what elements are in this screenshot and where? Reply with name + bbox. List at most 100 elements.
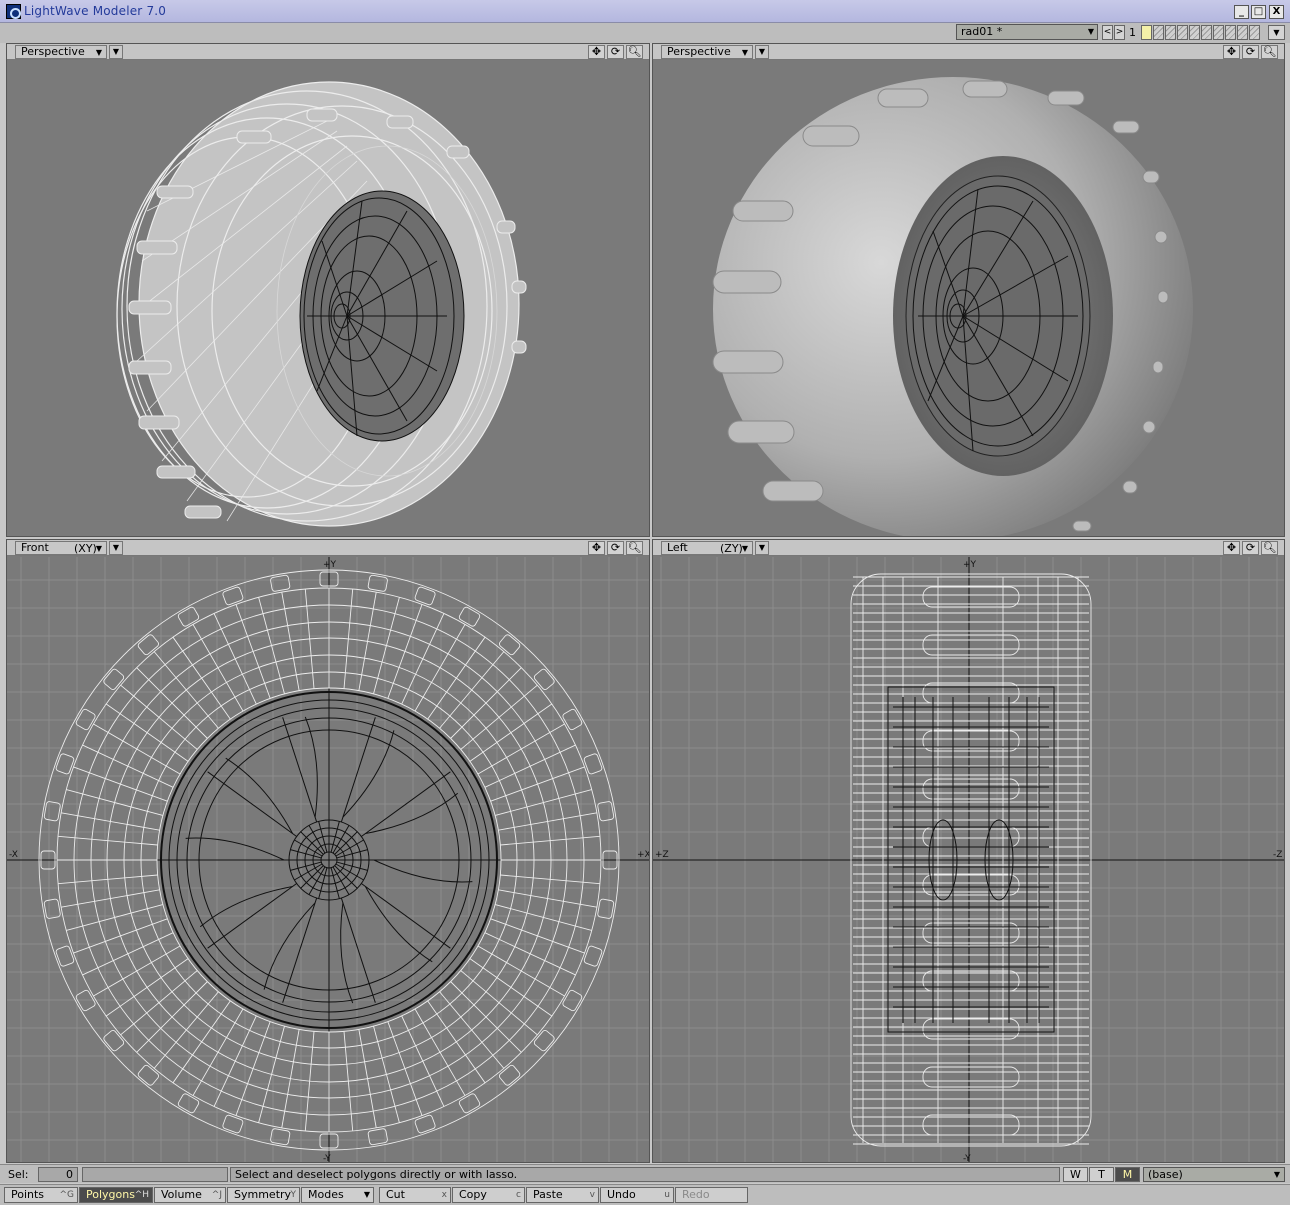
chevron-down-icon: ▼: [95, 48, 102, 57]
modes-dropdown[interactable]: Modes ▼: [301, 1187, 374, 1203]
axis-label-right: +X: [637, 850, 650, 860]
zoom-view-icon[interactable]: 🔍︎: [1261, 45, 1278, 59]
view-axis-label: (XY): [74, 542, 97, 555]
viewport-header: Perspective ▼ ▼ ✥ ⟳ 🔍︎: [7, 44, 649, 60]
viewport-bottom-right[interactable]: Left (ZY) ▼ ▼ ✥ ⟳ 🔍︎ +Y -Y +Z -Z: [652, 539, 1285, 1163]
render-mode-selector[interactable]: ▼: [109, 45, 123, 59]
button-label: Cut: [386, 1188, 405, 1201]
button-label: Modes: [308, 1188, 344, 1201]
layer-slot[interactable]: [1177, 25, 1188, 40]
next-object-button[interactable]: >: [1114, 25, 1125, 40]
cut-button[interactable]: Cut x: [379, 1187, 451, 1203]
button-label: Points: [11, 1188, 45, 1201]
button-label: Volume: [161, 1188, 202, 1201]
layer-slot[interactable]: [1225, 25, 1236, 40]
wheel-wireframe-front: +Y -Y -X +X: [7, 557, 650, 1163]
render-mode-selector[interactable]: ▼: [755, 541, 769, 555]
selection-info-field: [82, 1167, 228, 1182]
move-view-icon[interactable]: ✥: [588, 45, 605, 59]
wtm-t-button[interactable]: T: [1089, 1167, 1114, 1182]
move-view-icon[interactable]: ✥: [1223, 45, 1240, 59]
prev-object-button[interactable]: <: [1102, 25, 1113, 40]
view-type-label: Front: [21, 541, 49, 554]
rotate-view-icon[interactable]: ⟳: [1242, 541, 1259, 555]
shortcut-label: ^J: [211, 1190, 222, 1200]
chevron-down-icon: ▼: [1273, 1170, 1280, 1179]
axis-label-bottom: -Y: [323, 1154, 331, 1163]
volume-mode-button[interactable]: Volume ^J: [154, 1187, 226, 1203]
redo-button[interactable]: Redo: [675, 1187, 748, 1203]
axis-label-bottom: -Y: [963, 1154, 971, 1163]
viewport-canvas[interactable]: [7, 61, 649, 536]
minimize-button[interactable]: _: [1234, 5, 1249, 19]
button-label: Paste: [533, 1188, 563, 1201]
layer-menu-button[interactable]: ▼: [1268, 25, 1285, 40]
viewport-canvas[interactable]: +Y -Y +Z -Z: [653, 557, 1284, 1162]
zoom-view-icon[interactable]: 🔍︎: [626, 45, 643, 59]
chevron-down-icon: ▼: [741, 544, 748, 553]
render-mode-selector[interactable]: ▼: [755, 45, 769, 59]
view-type-selector[interactable]: Left (ZY) ▼: [661, 541, 753, 555]
shortcut-label: ^G: [59, 1190, 74, 1200]
shortcut-label: Y: [290, 1190, 297, 1200]
axis-label-right: -Z: [1273, 850, 1282, 860]
paste-button[interactable]: Paste v: [526, 1187, 599, 1203]
viewport-header: Front (XY) ▼ ▼ ✥ ⟳ 🔍︎: [7, 540, 649, 556]
viewport-top-left[interactable]: Perspective ▼ ▼ ✥ ⟳ 🔍︎: [6, 43, 650, 537]
wtm-m-button[interactable]: M: [1115, 1167, 1140, 1182]
object-selector[interactable]: rad01 * ▼: [956, 24, 1098, 40]
shortcut-label: v: [589, 1190, 595, 1200]
object-name: rad01 *: [961, 25, 1003, 38]
view-type-label: Left: [667, 541, 688, 554]
layer-slot[interactable]: [1189, 25, 1200, 40]
viewport-canvas[interactable]: [653, 61, 1284, 536]
view-type-label: Perspective: [21, 45, 85, 58]
button-label: Copy: [459, 1188, 487, 1201]
move-view-icon[interactable]: ✥: [588, 541, 605, 555]
button-label: Redo: [682, 1188, 710, 1201]
view-type-selector[interactable]: Front (XY) ▼: [15, 541, 107, 555]
layer-slot[interactable]: [1153, 25, 1164, 40]
layer-bar: rad01 * ▼ < > 1 ▼: [0, 23, 1290, 43]
copy-button[interactable]: Copy c: [452, 1187, 525, 1203]
view-type-selector[interactable]: Perspective ▼: [15, 45, 107, 59]
close-button[interactable]: X: [1269, 5, 1284, 19]
wheel-wireframe-perspective: [7, 61, 649, 536]
polygons-mode-button[interactable]: Polygons ^H: [79, 1187, 153, 1203]
points-mode-button[interactable]: Points ^G: [4, 1187, 78, 1203]
selection-label: Sel:: [8, 1168, 29, 1181]
axis-label-top: +Y: [963, 560, 977, 570]
view-type-selector[interactable]: Perspective ▼: [661, 45, 753, 59]
layer-slot[interactable]: [1141, 25, 1152, 40]
viewport-top-right[interactable]: Perspective ▼ ▼ ✥ ⟳ 🔍︎: [652, 43, 1285, 537]
layer-slot[interactable]: [1165, 25, 1176, 40]
rotate-view-icon[interactable]: ⟳: [607, 45, 624, 59]
chevron-down-icon: ▼: [741, 48, 748, 57]
surface-selector[interactable]: (base) ▼: [1143, 1167, 1285, 1182]
selection-count: 0: [38, 1167, 78, 1182]
layer-slot[interactable]: [1249, 25, 1260, 40]
rotate-view-icon[interactable]: ⟳: [1242, 45, 1259, 59]
viewport-canvas[interactable]: +Y -Y -X +X: [7, 557, 649, 1162]
axis-label-top: +Y: [323, 560, 337, 570]
layer-slot[interactable]: [1237, 25, 1248, 40]
maximize-button[interactable]: □: [1251, 5, 1266, 19]
view-axis-label: (ZY): [720, 542, 743, 555]
shortcut-label: c: [516, 1190, 521, 1200]
symmetry-button[interactable]: Symmetry Y: [227, 1187, 300, 1203]
undo-button[interactable]: Undo u: [600, 1187, 674, 1203]
render-mode-selector[interactable]: ▼: [109, 541, 123, 555]
wtm-w-button[interactable]: W: [1063, 1167, 1088, 1182]
zoom-view-icon[interactable]: 🔍︎: [1261, 541, 1278, 555]
move-view-icon[interactable]: ✥: [1223, 541, 1240, 555]
layer-slot[interactable]: [1201, 25, 1212, 40]
viewport-bottom-left[interactable]: Front (XY) ▼ ▼ ✥ ⟳ 🔍︎ +Y -Y -X +X: [6, 539, 650, 1163]
command-bar: Points ^G Polygons ^H Volume ^J Symmetry Y M…: [0, 1184, 1290, 1205]
layer-slot[interactable]: [1213, 25, 1224, 40]
lightwave-icon: [6, 4, 21, 19]
zoom-view-icon[interactable]: 🔍︎: [626, 541, 643, 555]
wheel-wireframe-side: +Y -Y +Z -Z: [653, 557, 1284, 1163]
title-bar: LightWave Modeler 7.0 _ □ X: [0, 0, 1290, 23]
wheel-shaded-perspective: [653, 61, 1284, 536]
rotate-view-icon[interactable]: ⟳: [607, 541, 624, 555]
